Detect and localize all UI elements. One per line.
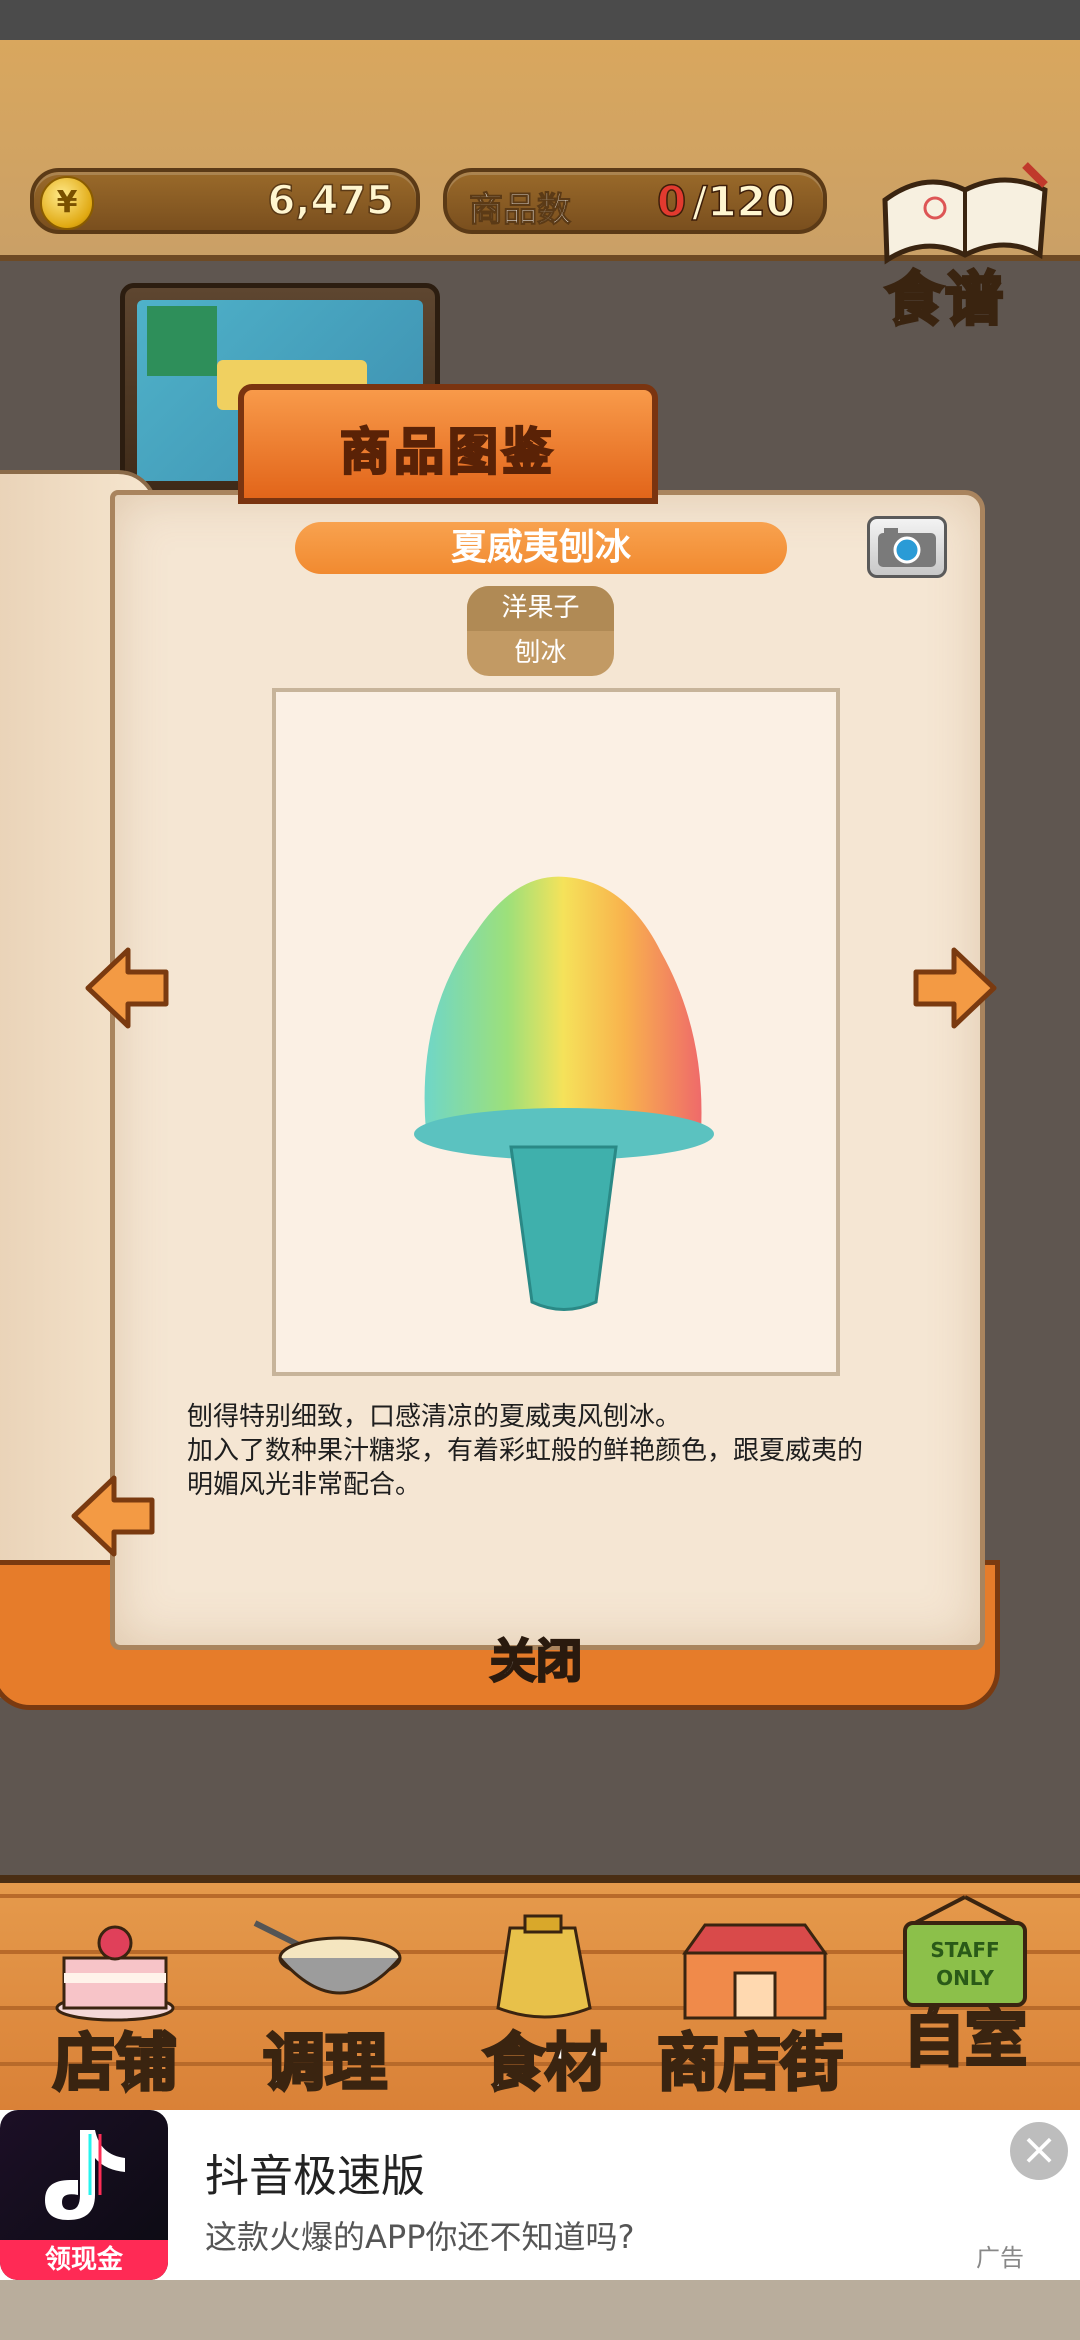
svg-text:STAFF: STAFF <box>930 1938 999 1962</box>
product-count: 商品数 0 /120 <box>443 168 827 234</box>
camera-button[interactable] <box>867 516 947 578</box>
next-product-button[interactable] <box>908 942 1000 1034</box>
mixing-bowl-icon <box>253 1920 402 1995</box>
status-strip <box>0 0 1080 40</box>
close-button[interactable]: 关闭 <box>489 1625 584 1691</box>
nav-item-ingredients[interactable]: 食材 <box>455 1883 635 2118</box>
shaved-ice-image <box>414 876 714 1311</box>
previous-product-button[interactable] <box>82 942 174 1034</box>
coin-amount: 6,475 <box>267 177 395 225</box>
nav-label: 店铺 <box>51 2025 178 2101</box>
ad-banner[interactable]: 领现金 抖音极速版 这款火爆的APP你还不知道吗? × 广告 <box>0 2110 1080 2280</box>
flour-sack-icon <box>496 1914 592 2019</box>
product-count-current: 0 <box>656 176 687 227</box>
ad-subtitle[interactable]: 这款火爆的APP你还不知道吗? <box>205 2212 634 2258</box>
product-name: 夏威夷刨冰 <box>450 527 631 568</box>
recipe-label: 食谱 <box>883 264 1006 335</box>
category-sub: 刨冰 <box>514 638 567 668</box>
ad-title[interactable]: 抖音极速版 <box>205 2140 425 2204</box>
bottom-strip <box>0 2280 1080 2340</box>
nav-item-my-room[interactable]: STAFF ONLY 自室 <box>870 1883 1060 2118</box>
camera-icon <box>878 528 936 567</box>
yen-coin-icon: ¥ <box>40 176 94 230</box>
cake-icon <box>55 1925 175 2022</box>
ad-logo-badge: 领现金 <box>0 2240 168 2280</box>
tiktok-note-icon <box>45 2130 125 2220</box>
arrow-back-icon <box>71 1475 155 1557</box>
product-count-total: /120 <box>691 176 796 227</box>
svg-text:ONLY: ONLY <box>936 1966 994 1990</box>
ad-tag: 广告 <box>976 2244 1024 2272</box>
nav-label: 调理 <box>261 2025 388 2101</box>
catalog-title: 商品图鉴 <box>339 422 556 483</box>
nav-label: 商店街 <box>655 2025 844 2101</box>
category-main: 洋果子 <box>467 586 614 631</box>
ad-close-button[interactable]: × <box>1010 2122 1068 2180</box>
arrow-left-icon <box>85 947 169 1029</box>
catalog-tab: 商品图鉴 <box>238 384 658 504</box>
description-line: 刨得特别细致，口感清凉的夏威夷风刨冰。 <box>187 1402 682 1432</box>
back-button[interactable] <box>68 1470 160 1562</box>
nav-item-shop[interactable]: 店铺 <box>20 1883 210 2118</box>
description-line: 加入了数种果汁糖浆，有着彩虹般的鲜艳颜色，跟夏威夷的 <box>187 1436 864 1466</box>
product-name-bar: 夏威夷刨冰 <box>295 522 787 574</box>
poster-stall <box>147 306 217 376</box>
product-description: 刨得特别细致，口感清凉的夏威夷风刨冰。 加入了数种果汁糖浆，有着彩虹般的鲜艳颜色… <box>187 1400 947 1502</box>
category-tag: 洋果子 刨冰 <box>467 586 614 676</box>
nav-label: 食材 <box>481 2025 608 2101</box>
ad-app-logo[interactable]: 领现金 <box>0 2110 168 2280</box>
nav-item-shopping-street[interactable]: 商店街 <box>640 1883 860 2118</box>
recipe-button[interactable]: 食谱 <box>865 160 1065 335</box>
nav-item-cooking[interactable]: 调理 <box>225 1883 425 2118</box>
close-icon: × <box>1020 2124 1058 2175</box>
product-photo-frame <box>272 688 840 1376</box>
nav-label: 自室 <box>901 2001 1028 2077</box>
shop-street-icon <box>682 1923 828 2020</box>
description-line: 明媚风光非常配合。 <box>187 1470 422 1500</box>
product-count-label: 商品数 <box>469 190 572 231</box>
coin-balance: ¥ 6,475 <box>30 168 420 234</box>
bottom-nav: 店铺 调理 食材 商店街 STAFF ONLY 自室 <box>0 1875 1080 2118</box>
arrow-right-icon <box>913 947 997 1029</box>
